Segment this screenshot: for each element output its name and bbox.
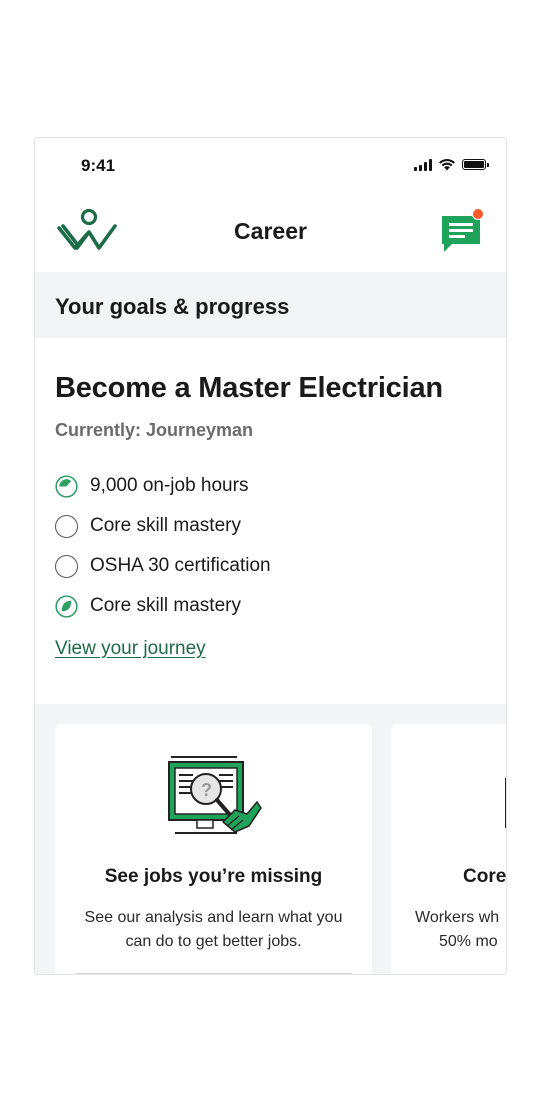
notification-badge xyxy=(472,208,484,220)
card-description: See our analysis and learn what you can … xyxy=(84,909,343,950)
section-title: Your goals & progress xyxy=(55,294,290,319)
goal-card: Become a Master Electrician Currently: J… xyxy=(35,338,506,704)
milestone-label: 9,000 on-job hours xyxy=(90,475,249,496)
app-header: Career xyxy=(35,194,506,272)
milestone-item: Core skill mastery xyxy=(55,586,271,626)
wifi-icon xyxy=(439,158,455,171)
empty-circle-icon xyxy=(55,514,78,538)
card-title: See jobs you’re missing xyxy=(104,866,323,887)
status-icons xyxy=(414,158,489,171)
empty-circle-icon xyxy=(55,554,78,578)
page-title: Career xyxy=(234,218,307,244)
recommendation-card[interactable]: Core Workers wh 50% mo xyxy=(391,724,507,974)
milestone-item: 9,000 on-job hours xyxy=(55,466,271,506)
card-description: Workers wh 50% mo xyxy=(415,909,500,950)
battery-icon xyxy=(462,159,489,170)
progress-leaf-icon xyxy=(55,594,78,618)
card-illustration-edge xyxy=(505,778,506,828)
job-search-monitor-icon: ? xyxy=(168,756,262,834)
status-time: 9:41 xyxy=(81,156,116,175)
milestone-list: 9,000 on-job hours Core skill mastery OS… xyxy=(55,466,271,626)
goal-current-level: Currently: Journeyman xyxy=(55,420,254,440)
milestone-label: Core skill mastery xyxy=(90,595,241,616)
card-title: Core xyxy=(463,866,507,887)
divider xyxy=(75,973,352,974)
milestone-label: OSHA 30 certification xyxy=(90,555,271,576)
messages-button[interactable] xyxy=(440,208,484,256)
section-header: Your goals & progress xyxy=(35,272,506,338)
phone-screen: 9:41 Career Your goals & progress Become… xyxy=(34,137,507,975)
status-bar: 9:41 xyxy=(35,138,506,194)
cellular-signal-icon xyxy=(414,158,432,171)
progress-ring-icon xyxy=(55,474,78,498)
svg-text:?: ? xyxy=(201,780,212,800)
milestone-label: Core skill mastery xyxy=(90,515,241,536)
recommendation-carousel[interactable]: ? See jobs you’re missing See our analys… xyxy=(35,704,506,974)
goal-title: Become a Master Electrician xyxy=(55,372,443,404)
milestone-item: OSHA 30 certification xyxy=(55,546,271,586)
milestone-item: Core skill mastery xyxy=(55,506,271,546)
recommendation-card[interactable]: ? See jobs you’re missing See our analys… xyxy=(55,724,372,974)
view-journey-link[interactable]: View your journey xyxy=(55,638,206,660)
